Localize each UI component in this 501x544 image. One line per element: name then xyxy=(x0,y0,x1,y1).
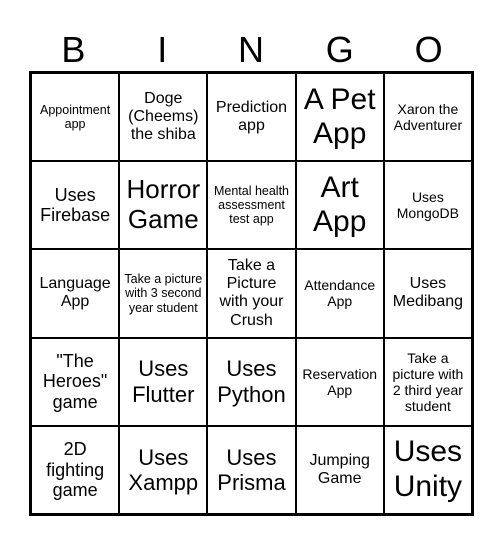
bingo-cell[interactable]: Xaron the Adventurer xyxy=(383,73,472,162)
bingo-cell[interactable]: Uses MongoDB xyxy=(383,161,472,250)
bingo-cell-label: Uses Python xyxy=(217,356,286,407)
bingo-cell[interactable]: Appointment app xyxy=(31,73,120,162)
bingo-cell-label: "The Heroes" game xyxy=(42,350,108,413)
bingo-cell-label: Xaron the Adventurer xyxy=(393,101,463,134)
bingo-cell[interactable]: Art App xyxy=(295,161,384,250)
bingo-cell-label: Appointment app xyxy=(40,102,111,132)
bingo-cell-label: Art App xyxy=(313,170,367,239)
bingo-cell-label: Mental health assessment test app xyxy=(213,183,290,227)
bingo-cell[interactable]: Prediction app xyxy=(207,73,296,162)
bingo-cell[interactable]: Mental health assessment test app xyxy=(207,161,296,250)
header-letter-i: I xyxy=(157,29,168,70)
bingo-cell[interactable]: Take a picture with 2 third year student xyxy=(383,337,472,426)
bingo-cell-label: Uses Medibang xyxy=(392,275,464,311)
header-letter-o: O xyxy=(414,29,443,70)
header-letter-n: N xyxy=(237,29,264,70)
bingo-cell-label: Reservation App xyxy=(302,365,378,398)
bingo-cell[interactable]: Uses Firebase xyxy=(31,161,120,250)
bingo-cell-label: Uses Unity xyxy=(393,435,463,503)
bingo-cell-label: Uses Firebase xyxy=(40,184,111,226)
bingo-cell[interactable]: Uses Flutter xyxy=(119,337,208,426)
bingo-cell-label: Take a Picture with your Crush xyxy=(219,256,284,329)
bingo-header: B I N G O xyxy=(29,28,473,72)
bingo-cell-label: Doge (Cheems) the shiba xyxy=(128,89,199,144)
bingo-cell-label: Attendance App xyxy=(304,277,376,310)
bingo-grid: Appointment app Doge (Cheems) the shiba Pr… xyxy=(29,71,474,516)
bingo-cell[interactable]: Uses Medibang xyxy=(383,249,472,338)
bingo-cell-label: A Pet App xyxy=(303,82,376,151)
header-letter-g: G xyxy=(325,29,354,70)
bingo-cell[interactable]: Uses Xampp xyxy=(119,425,208,514)
bingo-cell-label: Prediction app xyxy=(215,98,288,135)
bingo-cell[interactable]: Uses Python xyxy=(207,337,296,426)
bingo-cell[interactable]: Jumping Game xyxy=(295,425,384,514)
bingo-cell-label: 2D fighting game xyxy=(46,438,105,501)
bingo-cell-label: Uses Xampp xyxy=(128,444,199,495)
bingo-cell[interactable]: Doge (Cheems) the shiba xyxy=(119,73,208,162)
bingo-cell-label: Take a picture with 2 third year student xyxy=(392,349,464,414)
bingo-cell[interactable]: Uses Unity xyxy=(383,425,472,514)
bingo-cell-label: Uses Prisma xyxy=(217,444,286,495)
bingo-cell-label: Jumping Game xyxy=(309,451,370,487)
bingo-cell-label: Horror Game xyxy=(126,174,201,235)
bingo-cell-label: Uses MongoDB xyxy=(396,189,460,222)
bingo-cell[interactable]: Uses Prisma xyxy=(207,425,296,514)
bingo-cell[interactable]: Take a picture with 3 second year studen… xyxy=(119,249,208,338)
bingo-cell[interactable]: "The Heroes" game xyxy=(31,337,120,426)
bingo-cell[interactable]: Horror Game xyxy=(119,161,208,250)
bingo-cell[interactable]: Reservation App xyxy=(295,337,384,426)
bingo-cell[interactable]: Take a Picture with your Crush xyxy=(207,249,296,338)
bingo-cell[interactable]: A Pet App xyxy=(295,73,384,162)
bingo-cell-label: Language App xyxy=(39,275,111,311)
bingo-cell[interactable]: Attendance App xyxy=(295,249,384,338)
bingo-cell[interactable]: Language App xyxy=(31,249,120,338)
bingo-cell-label: Uses Flutter xyxy=(132,356,195,407)
header-letter-b: B xyxy=(61,29,86,70)
bingo-cell[interactable]: 2D fighting game xyxy=(31,425,120,514)
bingo-cell-label: Take a picture with 3 second year studen… xyxy=(124,271,203,315)
